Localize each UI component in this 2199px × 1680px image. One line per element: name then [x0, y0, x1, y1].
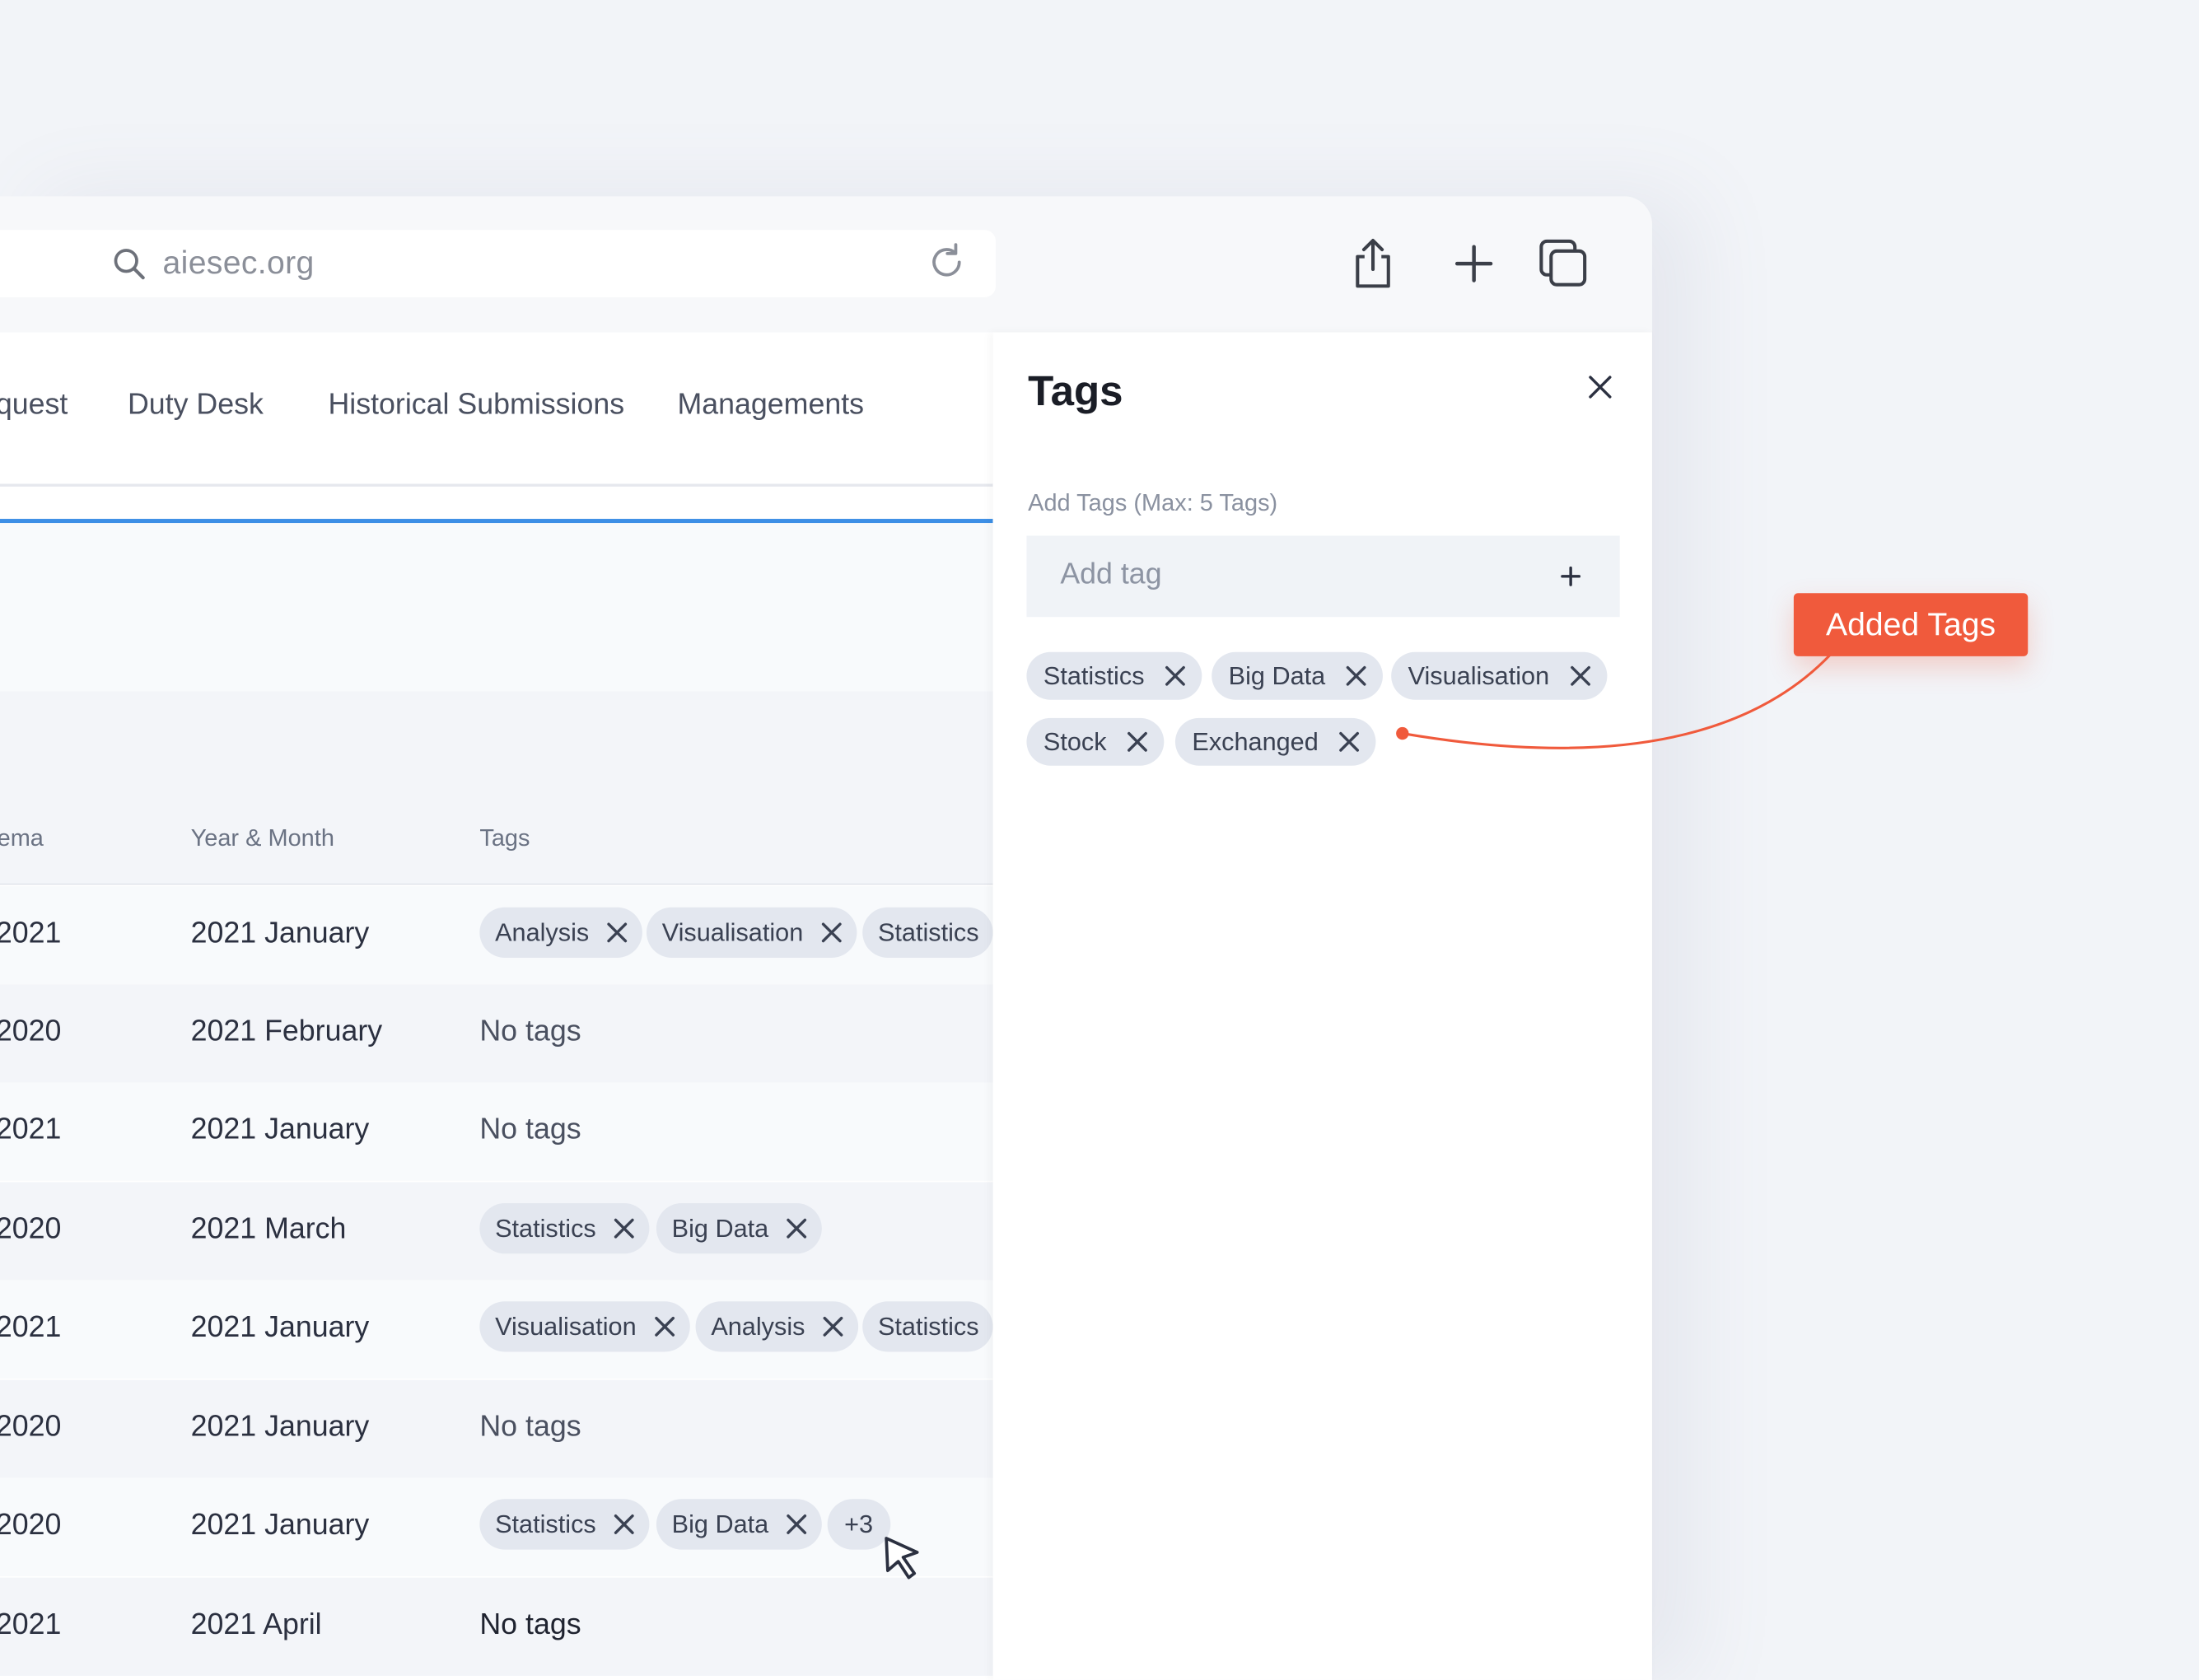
tag-label: Statistics — [877, 1311, 979, 1341]
row-month: 2021 April — [190, 1608, 322, 1641]
add-tag-input[interactable]: Add tag — [1026, 535, 1620, 618]
reload-icon[interactable] — [926, 241, 968, 283]
tag-chip[interactable]: Analysis — [695, 1301, 859, 1352]
nav-tabs: quest Duty Desk Historical Submissions M… — [0, 333, 993, 487]
tag-chip[interactable]: Visualisation — [646, 907, 857, 959]
tag-label: Visualisation — [1408, 660, 1550, 689]
row-year: 2021 — [0, 1113, 62, 1146]
row-month: 2021 January — [190, 1311, 370, 1344]
row-month: 2021 March — [190, 1212, 347, 1246]
close-icon[interactable] — [1164, 665, 1186, 687]
table-row[interactable]: 2020 2021 January No tags — [0, 1379, 993, 1478]
tag-label: Statistics — [495, 1213, 596, 1242]
table-row[interactable]: 2021 2021 January No tags — [0, 1082, 993, 1181]
row-month: 2021 January — [190, 1411, 370, 1444]
url-text: aiesec.org — [162, 244, 315, 281]
tag-label: Analysis — [495, 917, 590, 946]
share-icon[interactable] — [1345, 236, 1401, 292]
close-icon[interactable] — [613, 1513, 635, 1535]
added-tag-chip[interactable]: Exchanged — [1174, 717, 1376, 766]
close-icon[interactable] — [820, 922, 843, 944]
tag-chip[interactable]: Big Data — [656, 1203, 822, 1254]
tab-request[interactable]: quest — [0, 389, 68, 422]
tag-label: Statistics — [495, 1510, 596, 1538]
column-header-year-month[interactable]: Year & Month — [191, 824, 334, 852]
tag-label: Statistics — [877, 917, 979, 946]
browser-toolbar: aiesec.org — [0, 196, 1652, 333]
row-month: 2021 January — [190, 1509, 370, 1542]
row-year: 2021 — [0, 917, 62, 950]
tags-panel: Tags Add Tags (Max: 5 Tags) Add tag Stat… — [992, 332, 1652, 1680]
tabs-icon[interactable] — [1536, 236, 1592, 292]
add-icon[interactable] — [1557, 562, 1585, 590]
added-tag-chip[interactable]: Visualisation — [1391, 651, 1607, 700]
row-month: 2021 January — [190, 1113, 370, 1146]
tag-chip[interactable]: Statistics — [479, 1203, 650, 1254]
close-icon[interactable] — [606, 922, 628, 944]
tag-label: Statistics — [1043, 660, 1145, 689]
close-icon[interactable] — [653, 1315, 675, 1337]
table-row[interactable]: 2021 2021 April No tags — [0, 1577, 993, 1676]
tag-label: Big Data — [1228, 660, 1326, 689]
tab-historical-submissions[interactable]: Historical Submissions — [328, 389, 624, 422]
tab-duty-desk[interactable]: Duty Desk — [128, 389, 264, 422]
close-icon[interactable] — [613, 1217, 635, 1239]
row-year: 2020 — [0, 1015, 62, 1048]
tag-label: Analysis — [711, 1311, 805, 1341]
added-tag-chip[interactable]: Statistics — [1026, 651, 1202, 700]
tag-chip[interactable]: Statistics — [862, 907, 993, 959]
close-icon[interactable] — [1338, 730, 1361, 753]
plus-icon[interactable] — [1446, 236, 1502, 292]
column-header-tags[interactable]: Tags — [479, 824, 530, 852]
tab-managements[interactable]: Managements — [677, 389, 864, 422]
table-header — [0, 691, 993, 885]
scene: aiesec.org quest Duty Desk Historical Su… — [0, 0, 2199, 1680]
row-year: 2021 — [0, 1608, 62, 1641]
table-row[interactable]: 2020 2021 March Statistics Big Data — [0, 1182, 993, 1281]
tag-chip[interactable]: Statistics — [862, 1301, 993, 1352]
added-tag-chip[interactable]: Big Data — [1212, 651, 1384, 700]
close-icon[interactable] — [1126, 730, 1148, 753]
row-month: 2021 January — [190, 917, 370, 950]
tag-label: Stock — [1043, 726, 1107, 755]
table-row[interactable]: 2020 2021 January Statistics Big Data +3 — [0, 1477, 993, 1576]
tag-label: Visualisation — [661, 917, 804, 946]
add-tags-label: Add Tags (Max: 5 Tags) — [1028, 489, 1278, 516]
close-icon[interactable] — [1345, 665, 1367, 687]
row-year: 2021 — [0, 1311, 62, 1344]
added-tags-callout: Added Tags — [1793, 593, 2029, 656]
content-band — [0, 523, 993, 692]
table-row[interactable]: 2021 2021 January Visualisation Analysis… — [0, 1280, 993, 1379]
add-tag-placeholder: Add tag — [1060, 558, 1162, 590]
no-tags-text: No tags — [479, 1608, 581, 1641]
tag-label: Visualisation — [495, 1311, 637, 1341]
no-tags-text: No tags — [479, 1113, 581, 1146]
close-icon[interactable] — [1585, 371, 1615, 402]
search-icon — [114, 249, 145, 280]
row-year: 2020 — [0, 1411, 62, 1444]
added-tag-chip[interactable]: Stock — [1026, 717, 1165, 766]
table-row[interactable]: 2020 2021 February No tags — [0, 984, 993, 1083]
tag-chip[interactable]: Visualisation — [479, 1301, 690, 1352]
row-year: 2020 — [0, 1212, 62, 1246]
tag-label: Exchanged — [1192, 726, 1319, 755]
panel-title: Tags — [1028, 368, 1123, 416]
column-header-schema[interactable]: ema — [0, 824, 44, 852]
close-icon[interactable] — [786, 1513, 808, 1535]
row-year: 2020 — [0, 1509, 62, 1542]
tag-label: Big Data — [671, 1213, 769, 1242]
table-row[interactable]: 2021 2021 January Analysis Visualisation… — [0, 886, 993, 985]
row-month: 2021 February — [190, 1015, 383, 1048]
tag-chip[interactable]: Big Data — [656, 1499, 822, 1550]
tag-chip[interactable]: Statistics — [479, 1499, 650, 1550]
close-icon[interactable] — [1569, 665, 1591, 687]
address-bar[interactable]: aiesec.org — [0, 230, 996, 297]
close-icon[interactable] — [822, 1315, 844, 1337]
tag-chip[interactable]: Analysis — [479, 907, 642, 959]
no-tags-text: No tags — [479, 1015, 581, 1048]
close-icon[interactable] — [786, 1217, 808, 1239]
no-tags-text: No tags — [479, 1411, 581, 1444]
tag-label: Big Data — [671, 1510, 769, 1538]
mouse-cursor-icon — [885, 1537, 919, 1580]
